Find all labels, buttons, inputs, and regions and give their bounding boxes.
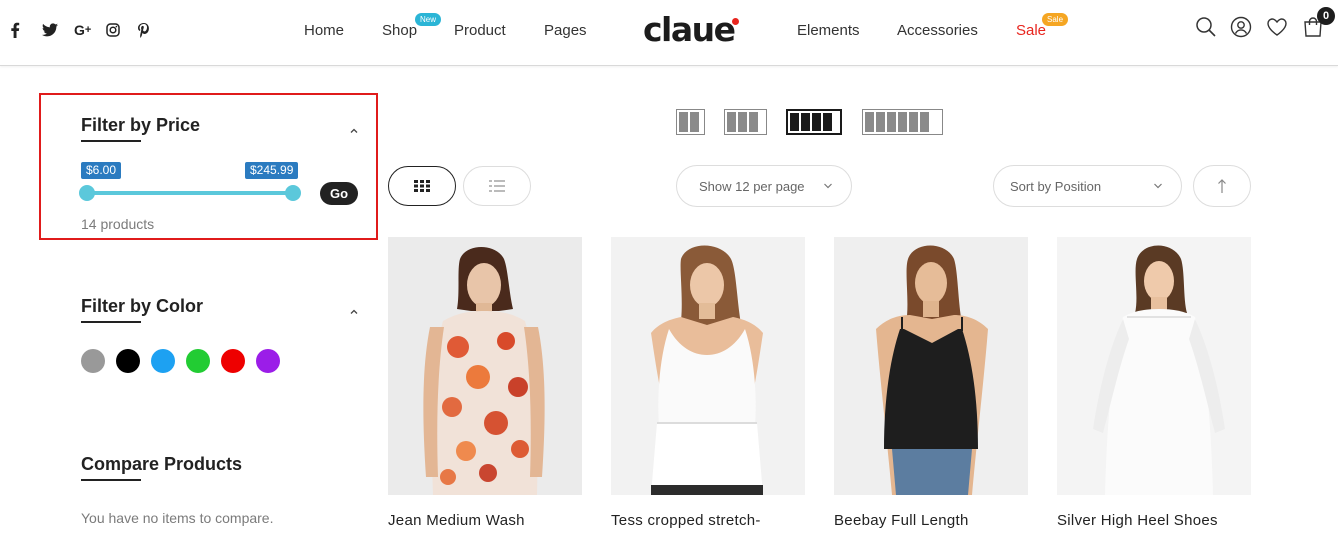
columns-2-button[interactable] (676, 109, 705, 135)
column-bar (865, 112, 874, 132)
social-links: G + (10, 20, 170, 40)
product-photo-black-cami (834, 237, 1028, 495)
column-bar (738, 112, 747, 132)
logo-dot (732, 18, 739, 25)
product-photo-floral-top (388, 237, 582, 495)
nav-elements[interactable]: Elements (797, 22, 860, 39)
grid-icon (414, 180, 430, 192)
nav-shop[interactable]: Shop (382, 22, 417, 39)
product-name[interactable]: Tess cropped stretch- (611, 512, 761, 529)
price-min-label: $6.00 (81, 162, 122, 179)
product-image[interactable] (834, 237, 1028, 495)
price-go-button[interactable]: Go (320, 182, 358, 205)
column-bar (690, 112, 699, 132)
twitter-icon[interactable] (42, 20, 74, 40)
chevron-down-icon (824, 183, 832, 189)
compare-products-title: Compare Products (81, 454, 243, 474)
color-swatch-gray[interactable] (81, 349, 105, 373)
color-swatch-blue[interactable] (151, 349, 175, 373)
title-underline (81, 140, 141, 142)
list-view-button[interactable] (463, 166, 531, 206)
column-bar (727, 112, 736, 132)
product-card[interactable]: Silver High Heel Shoes (1057, 237, 1251, 529)
column-bar (887, 112, 896, 132)
google-plus-icon[interactable]: G + (74, 20, 106, 40)
wishlist-heart-icon[interactable] (1266, 16, 1288, 38)
product-card[interactable]: Beebay Full Length (834, 237, 1028, 529)
product-card[interactable]: Tess cropped stretch- (611, 237, 805, 529)
sort-direction-button[interactable] (1193, 165, 1251, 207)
column-bar (801, 113, 810, 131)
color-swatch-purple[interactable] (256, 349, 280, 373)
product-image[interactable] (1057, 237, 1251, 495)
site-header: G + Home Shop Product Pages New claue Ele… (0, 0, 1338, 66)
price-slider-track[interactable] (86, 191, 293, 195)
product-image[interactable] (611, 237, 805, 495)
column-bar (823, 113, 832, 131)
per-page-select[interactable]: Show 12 per page (676, 165, 852, 207)
cart-count-badge: 0 (1317, 7, 1335, 25)
column-bar (749, 112, 758, 132)
product-count-text: 14 products (81, 216, 155, 232)
sale-badge: Sale (1042, 13, 1069, 26)
column-bar (876, 112, 885, 132)
compare-empty-text: You have no items to compare. (81, 510, 274, 526)
columns-4-button[interactable] (786, 109, 842, 135)
product-photo-white-dress (1057, 237, 1251, 495)
nav-pages[interactable]: Pages (544, 22, 587, 39)
title-underline (81, 321, 141, 323)
instagram-icon[interactable] (106, 20, 138, 40)
account-icon[interactable] (1230, 16, 1252, 38)
column-bar (920, 112, 929, 132)
site-logo[interactable]: claue (643, 10, 736, 49)
product-card[interactable]: Jean Medium Wash (388, 237, 582, 529)
product-image[interactable] (388, 237, 582, 495)
search-icon[interactable] (1195, 16, 1217, 38)
color-swatch-green[interactable] (186, 349, 210, 373)
arrow-up-icon (1218, 179, 1226, 193)
product-name[interactable]: Jean Medium Wash (388, 512, 525, 529)
product-photo-white-tank (611, 237, 805, 495)
color-filter-title: Filter by Color (81, 296, 204, 316)
column-bar (812, 113, 821, 131)
new-badge: New (415, 13, 442, 26)
color-swatch-red[interactable] (221, 349, 245, 373)
price-slider-min-handle[interactable] (79, 185, 95, 201)
pinterest-icon[interactable] (138, 20, 170, 40)
color-swatch-black[interactable] (116, 349, 140, 373)
facebook-icon[interactable] (10, 20, 42, 40)
nav-product[interactable]: Product (454, 22, 506, 39)
price-slider-max-handle[interactable] (285, 185, 301, 201)
nav-accessories[interactable]: Accessories (897, 22, 978, 39)
column-bar (679, 112, 688, 132)
column-bar (909, 112, 918, 132)
product-name[interactable]: Beebay Full Length (834, 512, 969, 529)
sort-select[interactable]: Sort by Position (993, 165, 1182, 207)
list-icon (489, 180, 505, 192)
columns-6-button[interactable] (862, 109, 943, 135)
nav-home[interactable]: Home (304, 22, 344, 39)
product-name[interactable]: Silver High Heel Shoes (1057, 512, 1218, 529)
title-underline (81, 479, 141, 481)
price-filter-title: Filter by Price (81, 115, 201, 135)
sort-label: Sort by Position (1010, 178, 1102, 194)
columns-3-button[interactable] (724, 109, 767, 135)
per-page-label: Show 12 per page (699, 178, 805, 194)
chevron-up-icon[interactable] (349, 123, 359, 133)
price-max-label: $245.99 (245, 162, 299, 179)
column-bar (790, 113, 799, 131)
nav-sale[interactable]: Sale (1016, 22, 1046, 39)
column-bar (898, 112, 907, 132)
grid-view-button[interactable] (388, 166, 456, 206)
chevron-up-icon[interactable] (349, 304, 359, 314)
chevron-down-icon (1154, 183, 1162, 189)
